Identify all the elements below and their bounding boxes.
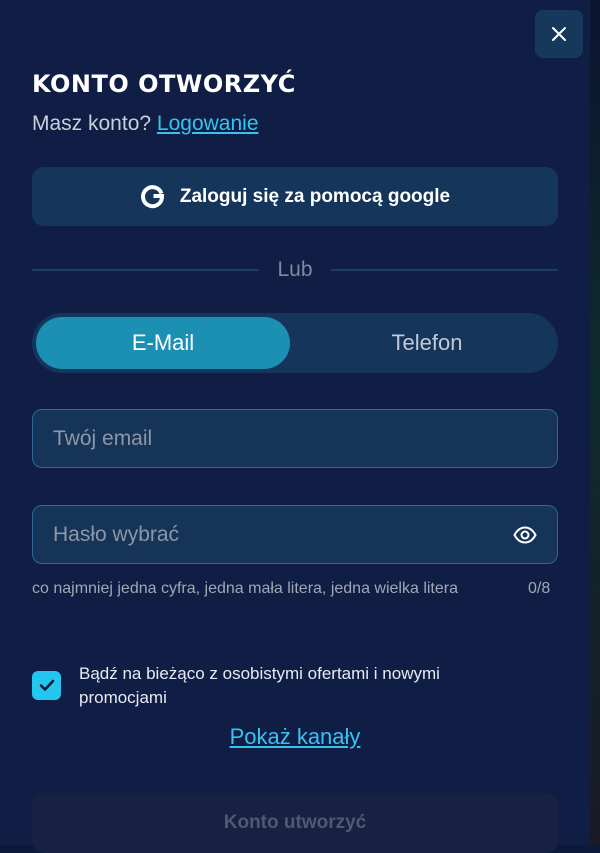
password-hint: co najmniej jedna cyfra, jedna mała lite… [32,580,458,597]
google-icon [140,184,164,208]
password-field-wrapper [32,505,558,564]
show-channels-link[interactable]: Pokaż kanały [230,724,361,749]
login-link[interactable]: Logowanie [157,112,259,135]
register-modal: KONTO OTWORZYĆ Masz konto? Logowanie Zal… [0,0,590,853]
have-account-row: Masz konto? Logowanie [32,112,259,136]
check-icon [39,679,54,691]
signup-method-switch: E-Mail Telefon [32,313,558,373]
password-counter: 0/8 [528,580,551,597]
tab-phone[interactable]: Telefon [300,317,554,369]
email-field-wrapper [32,409,558,468]
close-icon [552,27,566,41]
newsletter-label: Bądź na bieżąco z osobistymi ofertami i … [79,664,440,707]
eye-icon [513,525,537,544]
or-divider: Lub [32,253,559,287]
google-login-label: Zaloguj się za pomocą google [179,185,451,207]
background-edge [590,0,600,845]
email-field[interactable] [33,410,557,467]
page-title: KONTO OTWORZYĆ [32,70,296,98]
divider-text: Lub [277,258,313,281]
create-account-button[interactable]: Konto utworzyć [32,793,558,853]
divider-line-right [330,269,559,271]
show-channels-row: Pokaż kanały [0,724,590,750]
newsletter-checkbox[interactable] [32,671,61,700]
password-field[interactable] [33,506,511,563]
tab-email[interactable]: E-Mail [36,317,290,369]
have-account-text: Masz konto? [32,112,152,135]
divider-line-left [32,269,260,271]
close-button[interactable] [535,10,583,58]
google-login-button[interactable]: Zaloguj się za pomocą google [32,167,558,226]
show-password-toggle[interactable] [511,521,539,549]
